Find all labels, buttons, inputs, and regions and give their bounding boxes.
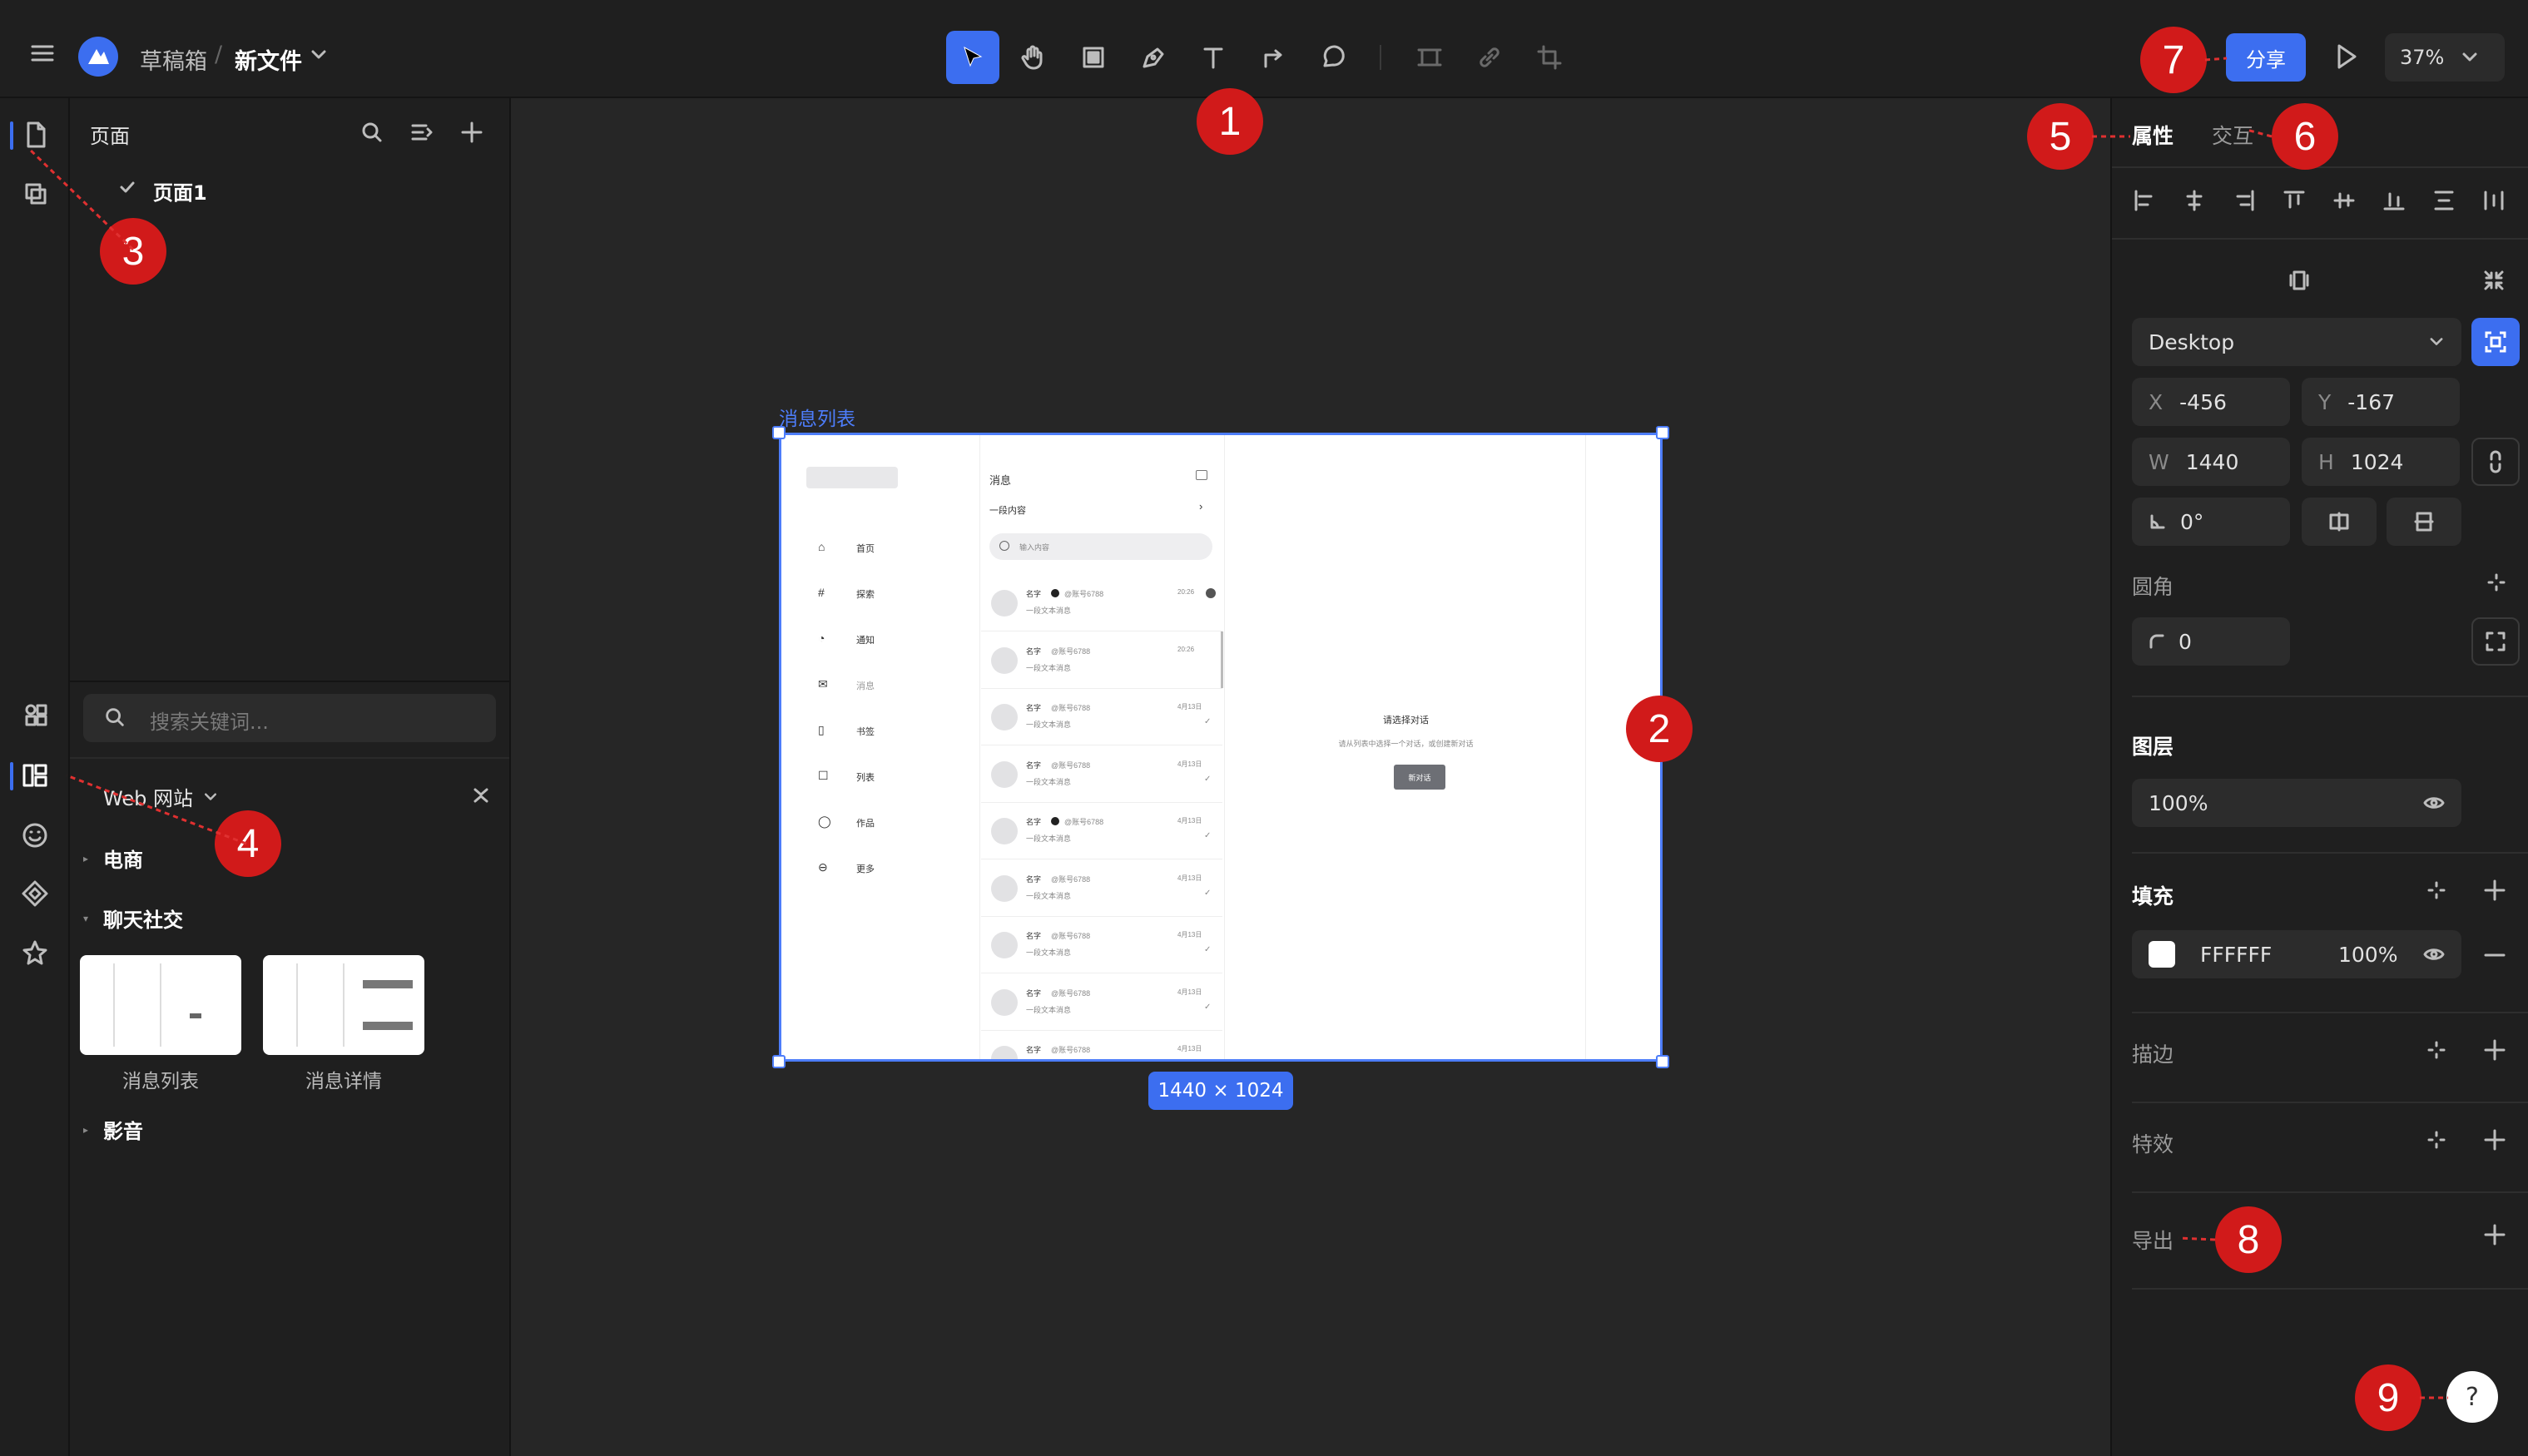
annotation-leaders (27, 57, 2448, 1399)
